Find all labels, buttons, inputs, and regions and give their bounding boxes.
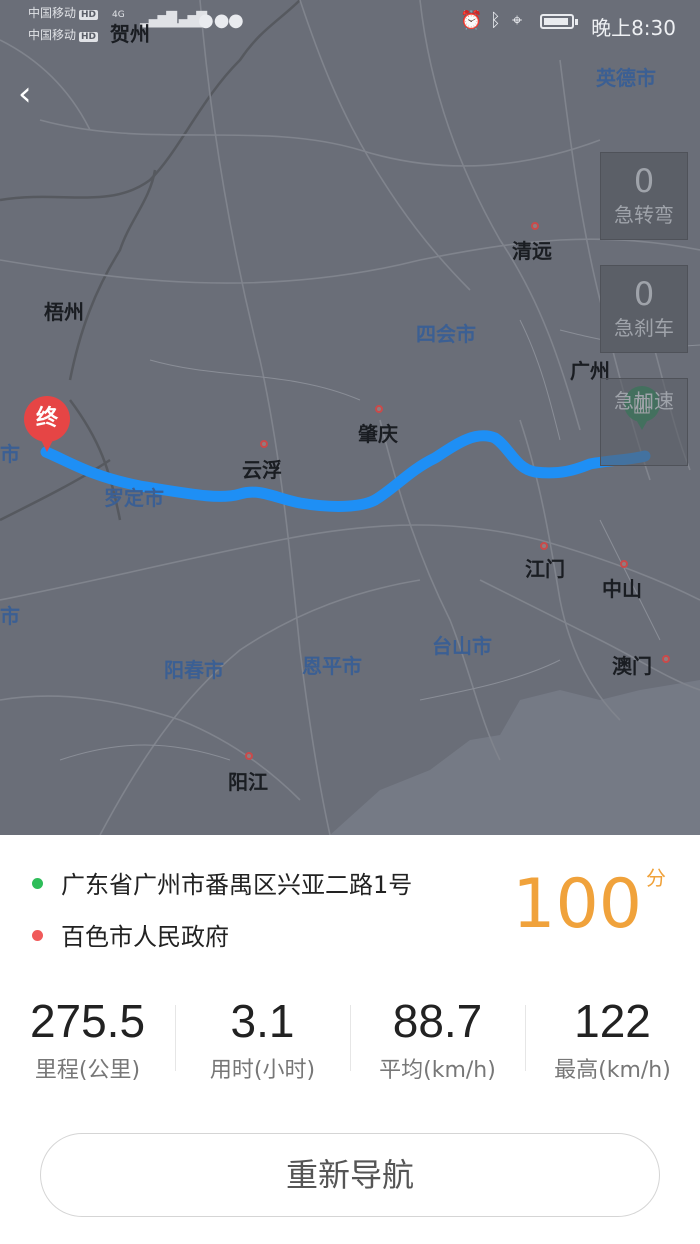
back-button[interactable]: ‹: [18, 72, 58, 116]
trip-summary-panel: 广东省广州市番禺区兴亚二路1号 百色市人民政府 100 分 275.5 里程(公里…: [0, 835, 700, 1244]
start-address: 广东省广州市番禺区兴亚二路1号: [32, 865, 412, 900]
start-dot-icon: [32, 877, 43, 889]
chevron-left-icon: ‹: [18, 74, 32, 114]
alarm-icon: ⏰: [460, 10, 483, 31]
map-view[interactable]: 中国移动 HD 中国移动 HD 4G ▂▄▆█ ▂▄▆█ ●● ● ⏰ ᛒ ⌖ 晚上…: [0, 0, 700, 835]
city-label: 台山市: [432, 634, 492, 658]
carrier-label: 中国移动 HD: [28, 6, 99, 20]
message-icon: ●: [228, 10, 244, 31]
battery-icon: [540, 14, 578, 29]
city-label: 市: [0, 442, 20, 466]
stat-duration: 3.1 用时(小时): [209, 995, 316, 1083]
rapid-acceleration-counter: 急加速: [600, 378, 688, 466]
city-label: 阳江: [228, 770, 268, 794]
city-dot: [620, 560, 628, 568]
city-dot: [531, 222, 539, 230]
city-label: 市: [0, 604, 20, 628]
city-dot: [662, 655, 670, 663]
end-dot-icon: [32, 929, 43, 941]
city-label: 阳春市: [164, 658, 224, 682]
stat-average-speed: 88.7 平均(km/h): [379, 995, 496, 1083]
city-label: 江门: [525, 557, 565, 581]
city-label: 梧州: [44, 300, 84, 324]
end-address: 百色市人民政府: [32, 917, 229, 952]
city-dot: [245, 752, 253, 760]
carrier-label: 中国移动 HD: [28, 28, 99, 42]
trip-stats: 275.5 里程(公里) 3.1 用时(小时) 88.7 平均(km/h) 12…: [0, 993, 700, 1093]
city-dot: [375, 405, 383, 413]
hard-brake-counter: 0 急刹车: [600, 265, 688, 353]
city-label: 英德市: [596, 66, 656, 90]
city-label: 贺州: [110, 22, 150, 46]
clock: 晚上8:30: [591, 16, 676, 40]
location-icon: ⌖: [512, 10, 523, 31]
stat-distance: 275.5 里程(公里): [29, 995, 146, 1083]
city-label: 中山: [602, 577, 642, 601]
city-label: 云浮: [242, 458, 282, 482]
city-label: 恩平市: [302, 654, 362, 678]
city-dot: [540, 542, 548, 550]
bluetooth-icon: ᛒ: [490, 10, 501, 31]
city-dot: [260, 440, 268, 448]
sharp-turn-counter: 0 急转弯: [600, 152, 688, 240]
city-label: 澳门: [612, 654, 652, 678]
stat-max-speed: 122 最高(km/h): [554, 995, 671, 1083]
city-label: 清远: [512, 239, 552, 263]
driving-score: 100 分: [512, 865, 666, 944]
city-label: 四会市: [416, 322, 476, 346]
end-pin[interactable]: 终: [24, 396, 72, 458]
status-bar: 中国移动 HD 中国移动 HD 4G ▂▄▆█ ▂▄▆█ ●● ● ⏰ ᛒ ⌖ 晚上…: [0, 0, 700, 48]
city-label: 肇庆: [358, 422, 398, 446]
renavigate-button[interactable]: 重新导航: [40, 1133, 660, 1217]
wechat-icon: ●●: [198, 10, 230, 31]
city-label: 罗定市: [104, 486, 164, 510]
map-base: [0, 0, 700, 835]
